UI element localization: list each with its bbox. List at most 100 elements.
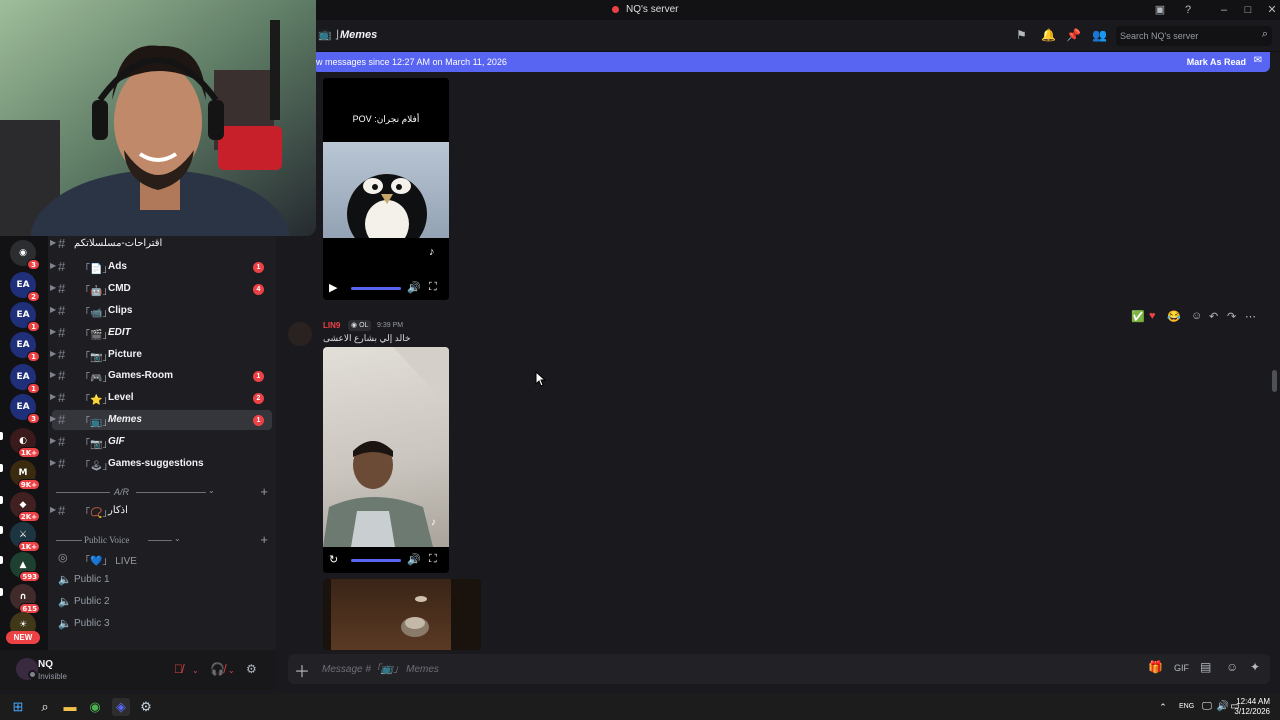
ea-server-icon[interactable]: EA 1 [10, 364, 40, 394]
more-options-icon[interactable]: ⋯ [1245, 310, 1256, 323]
channel-item-clips[interactable]: ▶ # 「📹」 Clips [50, 301, 272, 321]
ea-server-icon[interactable]: EA 2 [10, 272, 40, 302]
steam-icon[interactable]: ⚙ [137, 698, 155, 716]
search-input[interactable] [1120, 29, 1250, 43]
fullscreen-icon[interactable]: ⛶ [429, 553, 437, 566]
add-reaction-icon[interactable]: ☺ [1191, 310, 1202, 322]
settings-gear-icon[interactable]: ⚙ [246, 662, 257, 676]
windows-start-icon[interactable]: ⊞ [9, 698, 27, 716]
channel-item-edit[interactable]: ▶ # 「🎬」 EDIT [50, 323, 272, 343]
ea-server-icon[interactable]: EA 1 [10, 332, 40, 362]
close-button[interactable]: ✕ [1264, 2, 1280, 18]
new-servers-pill[interactable]: NEW [6, 631, 40, 644]
channel-item-games-suggestions[interactable]: ▶ # 「🕹」 Games-suggestions [50, 454, 272, 474]
minimize-button[interactable]: – [1216, 2, 1232, 18]
channel-item-level[interactable]: ▶ # 「⭐」 Level 2 [50, 388, 272, 408]
add-channel-icon[interactable]: + [260, 484, 268, 499]
voice-channel-public-1[interactable]: 🔈 Public 1 [52, 570, 272, 590]
add-channel-icon[interactable]: + [260, 532, 268, 547]
ea-server-icon[interactable]: EA 3 [10, 394, 40, 424]
chevron-up-icon[interactable]: ⌃ [1154, 698, 1172, 716]
forward-icon[interactable]: ↷ [1227, 310, 1236, 323]
channel-item-games-room[interactable]: ▶ # 「🎮」 Games-Room 1 [50, 366, 272, 386]
mute-mic-icon[interactable]: 🎙̸ [174, 662, 183, 676]
server-icon[interactable]: ◆ 2K+ [10, 492, 40, 522]
volume-slider[interactable] [351, 559, 401, 562]
video-frame [323, 142, 449, 254]
heart-reaction-icon[interactable]: ♥ [1149, 310, 1156, 322]
laugh-reaction-icon[interactable]: 😂 [1167, 310, 1181, 323]
channel-item-gif[interactable]: ▶ # 「📷」 GIF [50, 432, 272, 452]
video-attachment[interactable]: ♪ ↻ 🔊 ⛶ [323, 347, 449, 573]
chevron-down-icon[interactable]: ⌄ [228, 666, 235, 675]
inbox-icon[interactable]: ▣ [1152, 2, 1168, 18]
channel-item-azkar[interactable]: ▶ # 「📿」 اذكار [50, 501, 272, 521]
voice-channel-live[interactable]: ◎ 「💙」 LIVE [52, 548, 272, 568]
new-messages-bar[interactable]: w messages since 12:27 AM on March 11, 2… [312, 52, 1270, 72]
channel-item-cmd[interactable]: ▶ # 「🤖」 CMD 4 [50, 279, 272, 299]
message-composer: ＋ 🎁 GIF ▤ ☺ ✦ [288, 654, 1270, 684]
gift-icon[interactable]: 🎁 [1148, 660, 1163, 674]
threads-icon[interactable]: ⚑ [1016, 28, 1027, 42]
volume-slider[interactable] [351, 287, 401, 290]
voice-channel-public-2[interactable]: 🔈 Public 2 [52, 592, 272, 612]
help-icon[interactable]: ? [1180, 2, 1196, 18]
bell-icon[interactable]: 🔔 [1041, 28, 1056, 42]
channel-item-picture[interactable]: ▶ # 「📷」 Picture [50, 345, 272, 365]
scrollbar-thumb[interactable] [1272, 370, 1277, 392]
fullscreen-icon[interactable]: ⛶ [429, 281, 437, 294]
channel-header: 📺 ⌋ Memes ⚑ 🔔 📌 👥 ⌕ [276, 20, 1280, 52]
search-box[interactable]: ⌕ [1116, 26, 1272, 46]
server-icon[interactable]: ▲ 593 [10, 552, 40, 582]
gif-icon[interactable]: GIF [1174, 663, 1189, 673]
video-attachment[interactable]: POV :أفلام نجران ♪ ▶ 🔊 ⛶ [323, 78, 449, 300]
members-icon[interactable]: 👥 [1092, 28, 1107, 42]
channel-item-memes[interactable]: ▶ # 「📺」 Memes 1 [50, 410, 272, 430]
reply-icon[interactable]: ↶ [1209, 310, 1218, 323]
category-public-voice[interactable]: Public Voice ⌄ + [56, 532, 272, 548]
channel-name: Games-suggestions [108, 458, 204, 469]
category-afk[interactable]: A/R ⌄ + [56, 484, 272, 500]
maximize-button[interactable]: □ [1240, 2, 1256, 18]
file-explorer-icon[interactable]: ▬ [61, 698, 79, 716]
clock-date[interactable]: 3/12/2026 [1234, 707, 1270, 716]
message-author[interactable]: LIN9 [323, 321, 340, 330]
add-attachment-icon[interactable]: ＋ [294, 658, 310, 682]
server-icon[interactable]: ⚔ 1K+ [10, 522, 40, 552]
ea-server-icon[interactable]: EA 1 [10, 302, 40, 332]
channel-name: اقتراحات-مسلسلاتكم [74, 238, 163, 249]
speaker-icon: 🔈 [58, 574, 72, 586]
video-attachment[interactable] [323, 579, 481, 650]
deafen-icon[interactable]: 🎧̸ [210, 662, 225, 676]
volume-icon[interactable]: 🔊 [407, 553, 421, 566]
chevron-right-icon: ▶ [50, 414, 57, 423]
mark-as-read-button[interactable]: Mark As Read [1187, 57, 1246, 67]
discord-icon[interactable]: ◈ [112, 698, 130, 716]
chevron-down-icon[interactable]: ⌄ [192, 666, 199, 675]
channel-item[interactable]: ▶ # اقتراحات-مسلسلاتكم [50, 236, 272, 254]
emoji-icon[interactable]: ☺ [1226, 660, 1238, 674]
avatar[interactable] [288, 322, 312, 346]
video-controls-area: ↻ 🔊 ⛶ [323, 547, 449, 573]
search-icon[interactable]: ⌕ [36, 698, 54, 716]
checkmark-reaction-icon[interactable]: ✅ [1131, 310, 1145, 323]
server-icon[interactable]: ∩ 615 [10, 584, 40, 614]
chrome-icon[interactable]: ◉ [86, 698, 104, 716]
voice-channel-public-3[interactable]: 🔈 Public 3 [52, 614, 272, 634]
replay-icon[interactable]: ↻ [329, 553, 338, 566]
play-icon[interactable]: ▶ [329, 281, 337, 294]
unread-pip [0, 496, 3, 504]
pin-icon[interactable]: 📌 [1066, 28, 1081, 42]
volume-icon[interactable]: 🔊 [407, 281, 421, 294]
channel-item-ads[interactable]: ▶ # 「📄」 Ads 1 [50, 257, 272, 277]
server-icon[interactable]: M 9K+ [10, 460, 40, 490]
clock-time[interactable]: 12:44 AM [1236, 697, 1270, 706]
language-indicator[interactable]: ENG [1179, 703, 1194, 710]
clan-tag[interactable]: ◉ OL [348, 320, 372, 331]
server-icon[interactable]: ◐ 1K+ [10, 428, 40, 458]
message-input[interactable] [322, 662, 922, 676]
sticker-icon[interactable]: ▤ [1200, 660, 1211, 674]
channel-name: EDIT [108, 327, 131, 338]
apps-icon[interactable]: ✦ [1250, 660, 1260, 674]
podcast-server-icon[interactable]: ◉ 3 [10, 240, 40, 270]
